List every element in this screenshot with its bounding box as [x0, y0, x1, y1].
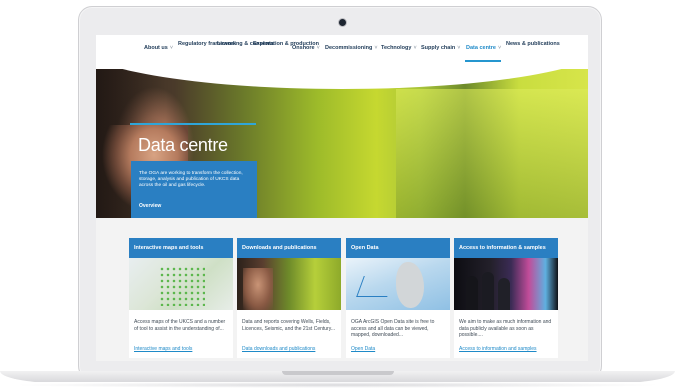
nav-item-regulatory-framework[interactable]: Regulatory framework˅ — [178, 41, 237, 48]
chevron-down-icon: ˅ — [374, 45, 378, 51]
overview-link[interactable]: Overview — [139, 203, 161, 209]
hero-info-box: The OGA are working to transform the col… — [131, 161, 257, 218]
card-access-information: Access to information & samples We aim t… — [454, 238, 558, 358]
map-markers — [159, 266, 205, 306]
nav-item-label: Decommissioning — [325, 45, 373, 51]
nav-item-label: News & publications — [506, 41, 560, 47]
nav-item-label: Supply chain — [421, 45, 456, 51]
card-header[interactable]: Access to information & samples — [454, 238, 558, 258]
chevron-down-icon: ˅ — [413, 45, 417, 51]
nav-item-onshore[interactable]: Onshore ˅ — [292, 45, 320, 52]
nav-item-news-publications[interactable]: News & publications˅ — [506, 41, 560, 48]
card-title: Interactive maps and tools — [134, 245, 204, 251]
card-title: Downloads and publications — [242, 245, 317, 251]
hero-wave — [96, 69, 588, 89]
card-link[interactable]: Interactive maps and tools — [134, 346, 192, 352]
photo-image[interactable] — [237, 258, 341, 310]
person-silhouette — [466, 276, 478, 310]
vr-image[interactable] — [454, 258, 558, 310]
chevron-down-icon: ˅ — [316, 45, 320, 51]
card-link[interactable]: Open Data — [351, 346, 375, 352]
laptop-screen: About us ˅ Regulatory framework˅ Licensin… — [96, 35, 588, 361]
webcam-icon — [339, 19, 346, 26]
person-image — [243, 268, 273, 310]
sea-map-image[interactable] — [346, 258, 450, 310]
nav-item-label: About us — [144, 45, 168, 51]
page-title: Data centre — [138, 135, 228, 155]
nav-item-label: Data centre — [466, 45, 496, 51]
card-interactive-maps: Interactive maps and tools Access maps o… — [129, 238, 233, 358]
card-title: Access to information & samples — [459, 245, 546, 251]
nav-item-label: Licensing & consents — [217, 41, 274, 47]
card-title: Open Data — [351, 245, 379, 251]
nav-item-data-centre[interactable]: Data centre ˅ — [466, 45, 501, 52]
nav-item-licensing-consents[interactable]: Licensing & consents˅ — [217, 41, 274, 48]
main-navigation: About us ˅ Regulatory framework˅ Licensin… — [96, 35, 588, 69]
map-lines — [356, 276, 395, 297]
hero-description: The OGA are working to transform the col… — [139, 171, 243, 188]
laptop-notch — [282, 371, 394, 375]
active-tab-indicator — [465, 60, 501, 62]
hero-background-monitor — [396, 89, 588, 218]
nav-item-exploration-production[interactable]: Exploration & production˅ — [253, 41, 319, 48]
chevron-down-icon: ˅ — [457, 45, 461, 51]
chevron-down-icon: ˅ — [169, 45, 174, 51]
card-downloads-publications: Downloads and publications Data and repo… — [237, 238, 341, 358]
chevron-down-icon: ˅ — [497, 45, 502, 51]
card-header[interactable]: Downloads and publications — [237, 238, 341, 258]
card-description: We aim to make as much information and d… — [459, 319, 552, 339]
card-description: Data and reports covering Wells, Fields,… — [242, 319, 336, 332]
card-link[interactable]: Access to information and samples — [459, 346, 537, 352]
card-header[interactable]: Open Data — [346, 238, 450, 258]
card-header[interactable]: Interactive maps and tools — [129, 238, 233, 258]
nav-item-label: Technology — [381, 45, 412, 51]
card-link[interactable]: Data downloads and publications — [242, 346, 315, 352]
nav-item-decommissioning[interactable]: Decommissioning ˅ — [325, 45, 378, 52]
nav-item-label: Onshore — [292, 45, 315, 51]
person-silhouette — [498, 278, 510, 310]
person-silhouette — [482, 272, 494, 310]
card-open-data: Open Data OGA ArcGIS Open Data site is f… — [346, 238, 450, 358]
nav-item-label: Regulatory framework — [178, 41, 237, 47]
laptop-shadow — [10, 382, 665, 388]
nav-item-technology[interactable]: Technology ˅ — [381, 45, 417, 52]
card-description: OGA ArcGIS Open Data site is free to acc… — [351, 319, 435, 339]
card-description: Access maps of the UKCS and a number of … — [134, 319, 226, 332]
map-image[interactable] — [129, 258, 233, 310]
nav-item-supply-chain[interactable]: Supply chain ˅ — [421, 45, 460, 52]
nav-item-about-us[interactable]: About us ˅ — [144, 45, 173, 52]
chevron-down-icon: ˅ — [544, 41, 548, 47]
hero-accent-line — [130, 123, 256, 125]
map-landmass — [396, 262, 424, 308]
nav-item-label: Exploration & production — [253, 41, 319, 47]
